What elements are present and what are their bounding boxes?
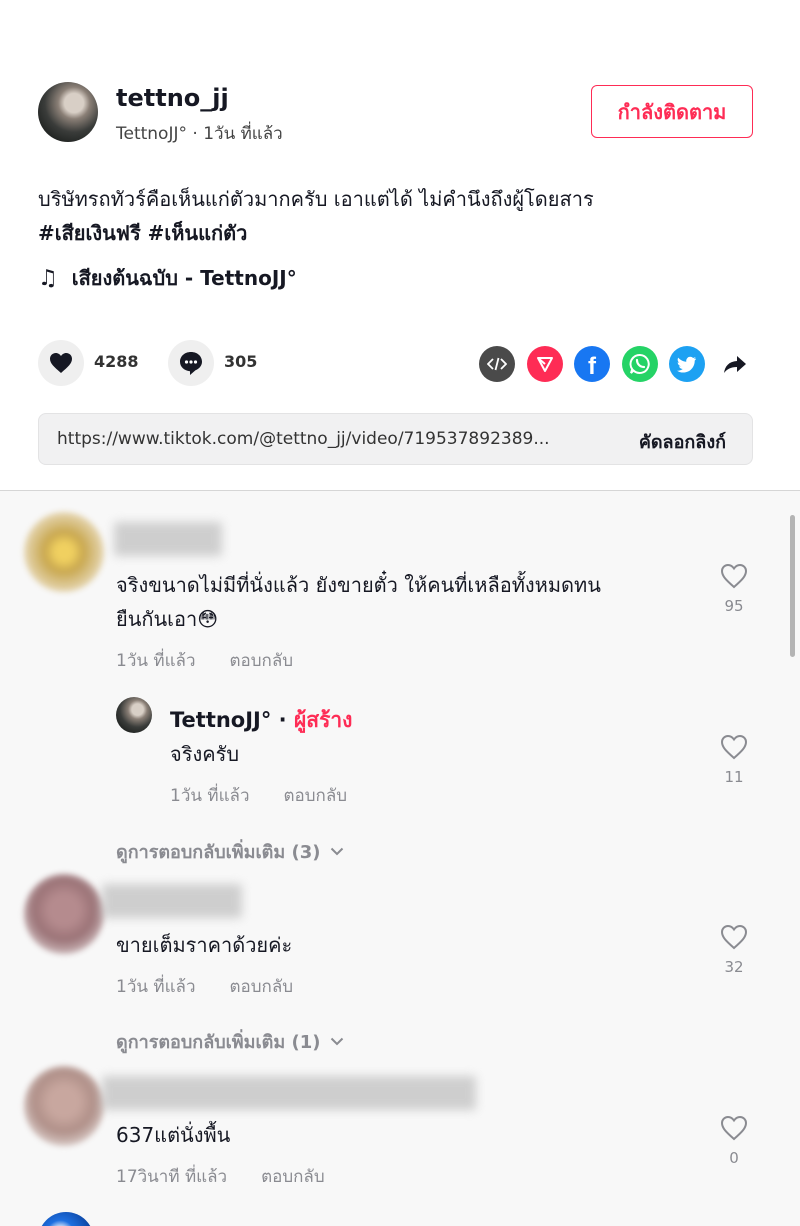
comment-time: 17วินาที ที่แล้ว (116, 1167, 228, 1187)
comment-text: ขายเต็มราคาด้วยค่ะ (116, 933, 293, 957)
reply-button[interactable]: ตอบกลับ (230, 977, 294, 997)
comment-bubble-icon (180, 352, 202, 375)
chevron-down-icon (331, 1037, 344, 1046)
comment-meta: 1วัน ที่แล้ว ตอบกลับ (116, 973, 293, 1000)
reply-separator: · (271, 708, 294, 732)
post-time: 1วัน ที่แล้ว (203, 124, 283, 144)
reply-button[interactable]: ตอบกลับ (261, 1167, 325, 1187)
comment-meta: 1วัน ที่แล้ว ตอบกลับ (116, 647, 293, 674)
video-link-box: https://www.tiktok.com/@tettno_jj/video/… (38, 413, 753, 465)
comment-like-button[interactable]: 32 (714, 924, 754, 976)
comment-button[interactable] (168, 340, 214, 386)
facebook-icon[interactable]: f (574, 346, 610, 382)
reply-meta: 1วัน ที่แล้ว ตอบกลับ (170, 782, 347, 809)
commenter-name-redacted (102, 884, 242, 918)
twitter-icon[interactable] (669, 346, 705, 382)
music-note-icon: ♫ (38, 265, 58, 291)
creator-badge: ผู้สร้าง (293, 708, 353, 732)
comment-time: 1วัน ที่แล้ว (116, 977, 196, 997)
heart-outline-icon (720, 924, 748, 950)
commenter-name-redacted (114, 522, 222, 556)
author-subtitle: TettnoJJ° · 1วัน ที่แล้ว (116, 120, 283, 147)
reply-author-avatar[interactable] (116, 697, 152, 733)
meta-separator: · (187, 124, 204, 144)
following-button[interactable]: กำลังติดตาม (591, 85, 753, 138)
embed-icon[interactable] (479, 346, 515, 382)
reply-like-button[interactable]: 11 (714, 734, 754, 786)
author-display-name: TettnoJJ° (116, 124, 187, 144)
comment-like-count: 32 (724, 958, 744, 976)
copy-link-button[interactable]: คัดลอกลิงก์ (639, 427, 726, 456)
reply-like-count: 11 (724, 768, 744, 786)
commenter-name-redacted (102, 1076, 476, 1110)
reply-button[interactable]: ตอบกลับ (230, 651, 294, 671)
heart-outline-icon (720, 563, 748, 589)
heart-outline-icon (720, 1115, 748, 1141)
send-icon[interactable] (527, 346, 563, 382)
commenter-avatar[interactable] (24, 874, 104, 954)
commenter-avatar[interactable] (24, 1066, 104, 1146)
view-more-replies-label: ดูการตอบกลับเพิ่มเติม (3) (116, 842, 321, 863)
tiktok-post-panel: tettno_jj TettnoJJ° · 1วัน ที่แล้ว กำลัง… (0, 0, 800, 1226)
comment-like-button[interactable]: 95 (714, 563, 754, 615)
author-avatar[interactable] (38, 82, 98, 142)
reply-button[interactable]: ตอบกลับ (284, 786, 348, 806)
commenter-avatar[interactable] (24, 512, 104, 592)
reply-author-name[interactable]: TettnoJJ° (170, 708, 271, 732)
view-more-replies[interactable]: ดูการตอบกลับเพิ่มเติม (1) (116, 1027, 344, 1056)
caption-text: บริษัทรถทัวร์คือเห็นแก่ตัวมากครับ เอาแต่… (38, 187, 594, 211)
comment-time: 1วัน ที่แล้ว (116, 651, 196, 671)
chevron-down-icon (331, 847, 344, 856)
like-count: 4288 (94, 352, 139, 371)
comment-text: จริงขนาดไม่มีที่นั่งแล้ว ยังขายตั๋ว ให้ค… (116, 568, 601, 636)
view-more-replies-label: ดูการตอบกลับเพิ่มเติม (1) (116, 1032, 321, 1053)
comment-meta: 17วินาที ที่แล้ว ตอบกลับ (116, 1163, 325, 1190)
music-link[interactable]: ♫ เสียงต้นฉบับ - TettnoJJ° (38, 262, 297, 294)
share-arrow-icon[interactable] (717, 346, 753, 382)
like-button[interactable] (38, 340, 84, 386)
reply-time: 1วัน ที่แล้ว (170, 786, 250, 806)
heart-outline-icon (720, 734, 748, 760)
comment-like-count: 0 (729, 1149, 739, 1167)
video-link-url[interactable]: https://www.tiktok.com/@tettno_jj/video/… (57, 429, 550, 449)
comment-text: 637แต่นั่งพื้น (116, 1123, 231, 1147)
comment-text-line: ยืนกันเอา😳 (116, 607, 219, 631)
caption-hashtags[interactable]: #เสียเงินฟรี #เห็นแก่ตัว (38, 216, 758, 250)
music-title: เสียงต้นฉบับ - TettnoJJ° (71, 266, 297, 290)
post-caption: บริษัทรถทัวร์คือเห็นแก่ตัวมากครับ เอาแต่… (38, 182, 758, 250)
comment-like-count: 95 (724, 597, 744, 615)
heart-icon (50, 353, 72, 373)
view-more-replies[interactable]: ดูการตอบกลับเพิ่มเติม (3) (116, 837, 344, 866)
comment-count: 305 (224, 352, 258, 371)
reply-author: TettnoJJ° · ผู้สร้าง (170, 704, 352, 737)
comment-text-line: จริงขนาดไม่มีที่นั่งแล้ว ยังขายตั๋ว ให้ค… (116, 573, 601, 597)
author-username[interactable]: tettno_jj (116, 84, 229, 112)
reply-text: จริงครับ (170, 742, 240, 766)
comment-like-button[interactable]: 0 (714, 1115, 754, 1167)
scrollbar-thumb[interactable] (790, 515, 795, 657)
whatsapp-icon[interactable] (622, 346, 658, 382)
